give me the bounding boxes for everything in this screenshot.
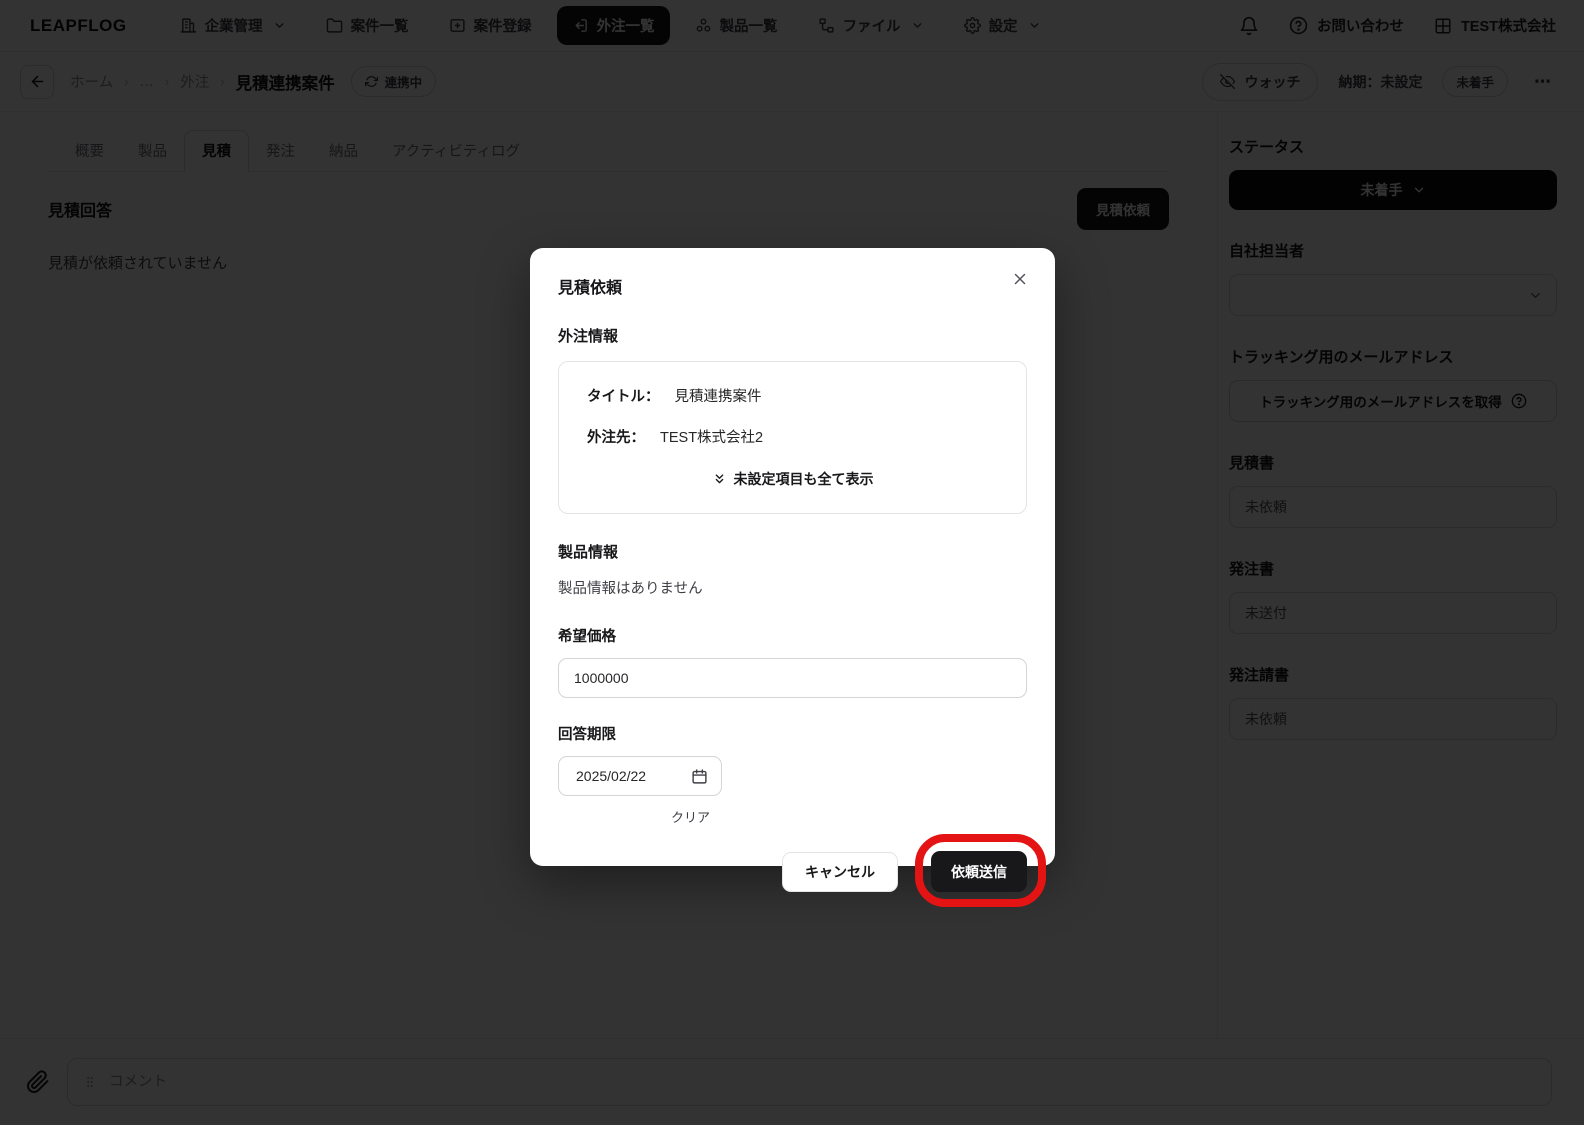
vendor-row-value: TEST株式会社2 (660, 430, 764, 446)
title-row: タイトル： 見積連携案件 (587, 385, 998, 406)
vendor-row-label: 外注先： (587, 430, 645, 446)
quote-request-modal: 見積依頼 外注情報 タイトル： 見積連携案件 外注先： TEST株式会社2 未設… (530, 248, 1055, 907)
title-row-value: 見積連携案件 (674, 389, 762, 405)
clear-date-link[interactable]: クリア (671, 807, 710, 826)
title-row-label: タイトル： (587, 389, 660, 405)
product-empty-message: 製品情報はありません (558, 581, 703, 597)
vendor-row: 外注先： TEST株式会社2 (587, 426, 998, 447)
desired-price-input[interactable] (558, 658, 1027, 698)
deadline-label: 回答期限 (558, 727, 616, 743)
close-icon[interactable] (1007, 266, 1033, 292)
calendar-icon[interactable] (691, 768, 708, 785)
product-info-heading: 製品情報 (558, 544, 619, 561)
desired-price-label: 希望価格 (558, 629, 616, 645)
cancel-button[interactable]: キャンセル (782, 851, 898, 892)
show-all-fields-link[interactable]: 未設定項目も全て表示 (587, 467, 998, 497)
modal-actions: キャンセル 依頼送信 (558, 834, 1046, 907)
modal-title: 見積依頼 (558, 280, 623, 297)
chevrons-down-icon (712, 472, 727, 487)
deadline-date-input[interactable] (574, 767, 670, 785)
show-all-fields-label: 未設定項目も全て表示 (733, 471, 874, 487)
app-root: LEAPFLOG 企業管理 案件一覧 案件登録 外注一覧 製品一覧 (0, 0, 1584, 1125)
outsource-info-heading: 外注情報 (558, 328, 619, 345)
deadline-date-field[interactable] (558, 756, 722, 796)
submit-request-button[interactable]: 依頼送信 (931, 851, 1027, 892)
submit-button-wrap: 依頼送信 (915, 834, 1046, 907)
outsource-info-card: タイトル： 見積連携案件 外注先： TEST株式会社2 未設定項目も全て表示 (558, 361, 1027, 514)
